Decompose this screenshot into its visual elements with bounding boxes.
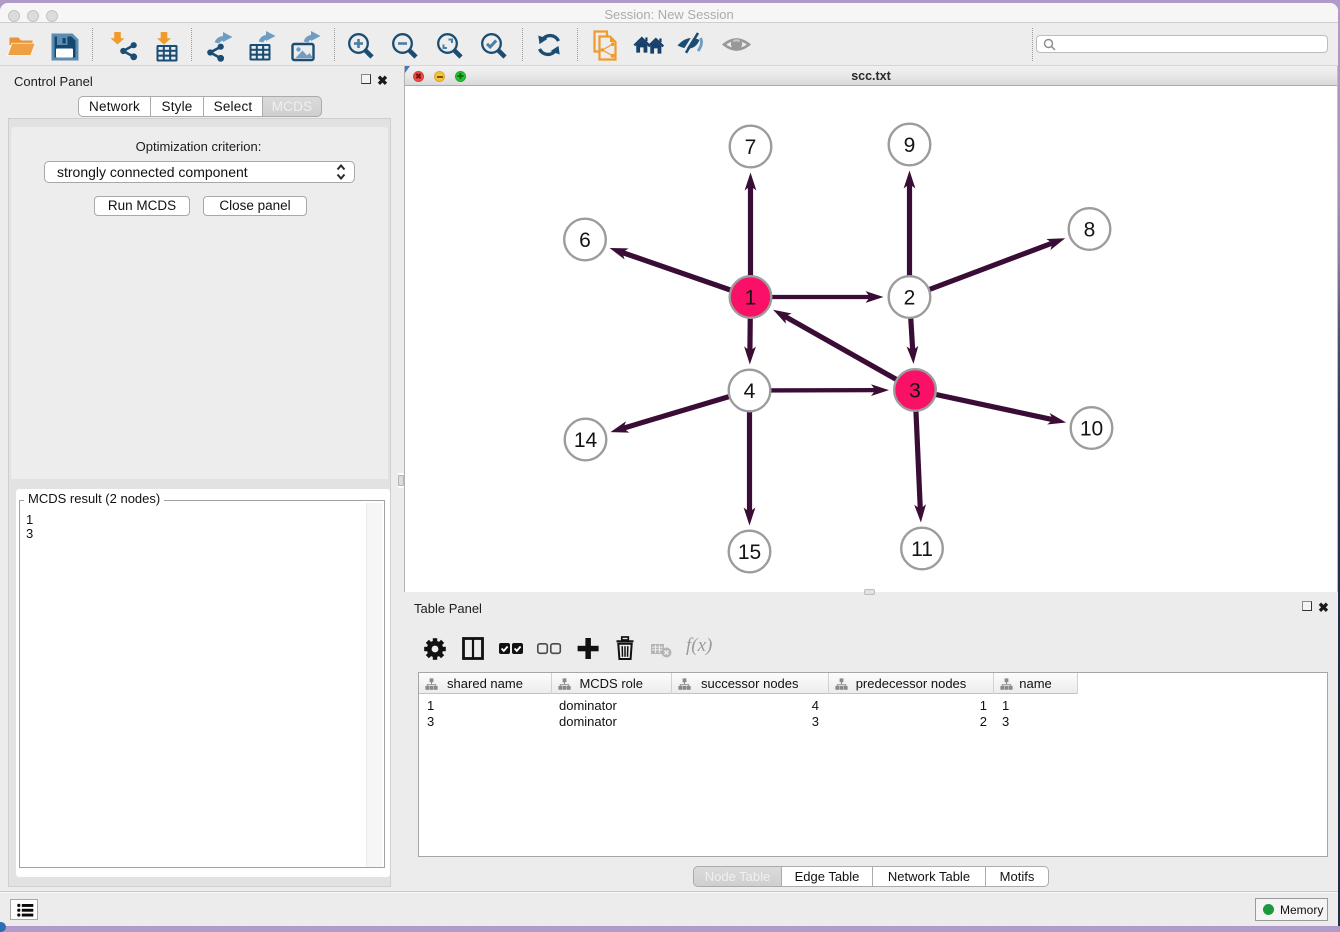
svg-text:3: 3 <box>909 379 921 402</box>
svg-text:9: 9 <box>904 134 916 157</box>
svg-text:14: 14 <box>574 429 598 452</box>
svg-text:2: 2 <box>904 286 916 309</box>
svg-text:1: 1 <box>745 286 757 309</box>
svg-text:8: 8 <box>1084 218 1096 241</box>
svg-text:7: 7 <box>745 136 757 159</box>
svg-text:10: 10 <box>1080 417 1103 440</box>
svg-text:6: 6 <box>579 229 591 252</box>
svg-text:11: 11 <box>911 538 933 561</box>
svg-text:4: 4 <box>744 380 756 403</box>
svg-text:15: 15 <box>738 541 761 564</box>
